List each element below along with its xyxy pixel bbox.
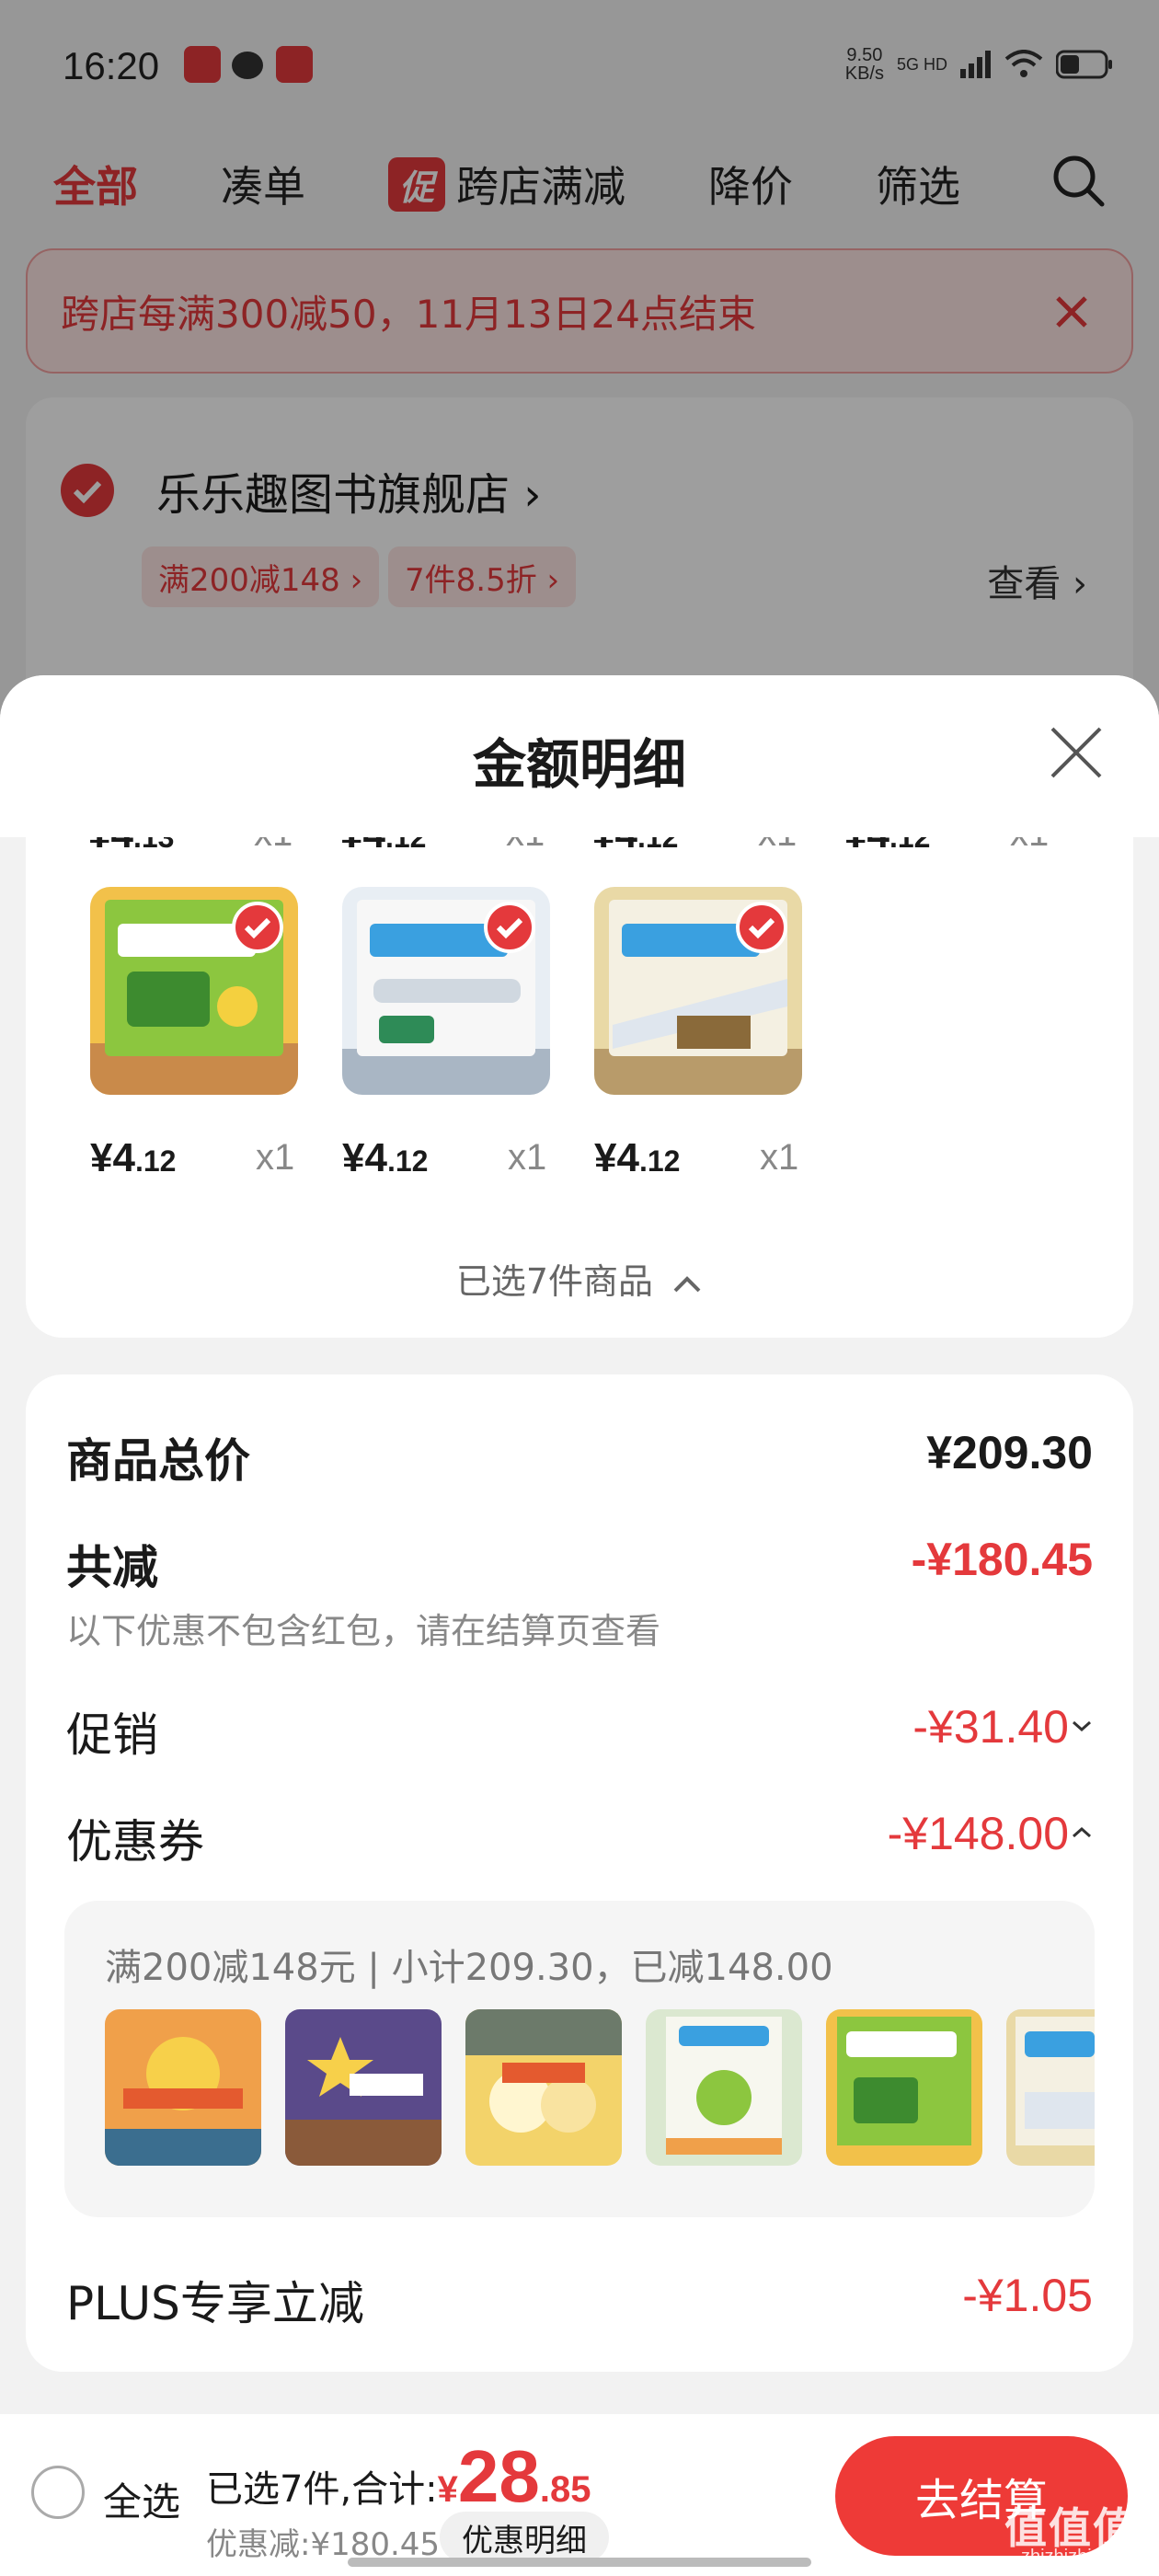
selected-check-icon	[736, 902, 787, 953]
chevron-up-icon	[673, 1275, 701, 1292]
plus-discount-label: PLUS专享立减	[66, 2277, 364, 2330]
product-price: ¥4.12	[594, 1135, 681, 1180]
coupon-detail-box: 满200减148元 | 小计209.30，已减148.00	[64, 1901, 1095, 2217]
bottom-bar: 全选 已选7件,合计: ¥ 28 .85 优惠减:¥180.45 优惠明细 去结…	[0, 2414, 1159, 2576]
sheet-title: 金额明细	[472, 733, 686, 796]
product-price: ¥4.12	[340, 837, 427, 857]
product-thumbnail[interactable]	[342, 887, 550, 1095]
product-qty: x1	[254, 837, 293, 855]
product-qty: x1	[758, 837, 797, 855]
home-indicator[interactable]	[348, 2558, 811, 2567]
product-qty: x1	[256, 1137, 295, 1178]
total-currency: ¥	[437, 2469, 458, 2510]
plus-discount-value: -¥1.05	[962, 2270, 1093, 2321]
coupon-product-thumbnail[interactable]	[1006, 2009, 1095, 2166]
coupon-product-thumbnail[interactable]	[646, 2009, 802, 2166]
book-cover-image	[465, 2009, 622, 2133]
selected-check-icon	[232, 902, 283, 953]
amount-detail-sheet: 金额明细 ¥4.13 x1 ¥4.12 x1 ¥4.12 x1 ¥4.12 x1	[0, 675, 1159, 2576]
select-all-label[interactable]: 全选	[103, 2471, 180, 2527]
total-reduce-value: -¥180.45	[911, 1534, 1093, 1585]
product-qty: x1	[760, 1137, 799, 1178]
selected-count-label: 已选7件商品	[455, 1261, 654, 1302]
coupon-detail-text: 满200减148元 | 小计209.30，已减148.00	[105, 1947, 833, 1989]
total-price-label: 商品总价	[66, 1434, 250, 1488]
coupon-label: 优惠券	[66, 1815, 204, 1869]
coupon-product-thumbnail[interactable]	[105, 2009, 261, 2166]
book-cover-image	[666, 2017, 782, 2155]
coupon-product-thumbnail[interactable]	[285, 2009, 442, 2166]
product-price: ¥4.12	[90, 1135, 177, 1180]
select-all-radio[interactable]	[31, 2466, 85, 2519]
total-line: 已选7件,合计: ¥ 28 .85	[206, 2440, 591, 2513]
sheet-header: 金额明细	[0, 675, 1159, 837]
total-decimal: .85	[539, 2469, 591, 2510]
product-price: ¥4.13	[88, 837, 175, 857]
discount-detail-button[interactable]: 优惠明细	[440, 2512, 609, 2563]
product-qty: x1	[1010, 837, 1049, 855]
summary-card: 商品总价 ¥209.30 共减 -¥180.45 以下优惠不包含红包，请在结算页…	[26, 1374, 1133, 2372]
watermark-url: zhizhizhi.com	[1020, 2547, 1131, 2567]
product-price: ¥4.12	[592, 837, 679, 857]
book-cover-image	[837, 2017, 971, 2145]
total-price-value: ¥209.30	[926, 1427, 1093, 1478]
book-cover-image	[105, 2037, 261, 2166]
selected-count-toggle[interactable]: 已选7件商品	[26, 1253, 1133, 1304]
product-qty: x1	[508, 1137, 547, 1178]
promo-label: 促销	[66, 1708, 158, 1762]
reduce-note: 以下优惠不包含红包，请在结算页查看	[66, 1611, 661, 1651]
total-reduce-label: 共减	[66, 1541, 158, 1594]
chevron-up-icon[interactable]	[1071, 1825, 1093, 1840]
chevron-down-icon[interactable]	[1071, 1719, 1093, 1733]
product-thumbnail[interactable]	[90, 887, 298, 1095]
selected-total-prefix: 已选7件,合计:	[206, 2468, 438, 2511]
book-cover-image	[1016, 2017, 1095, 2145]
product-price: ¥4.12	[342, 1135, 429, 1180]
book-cover-image	[285, 2037, 442, 2166]
product-row-partial: ¥4.13 x1 ¥4.12 x1 ¥4.12 x1 ¥4.12 x1	[26, 837, 1133, 867]
products-card: ¥4.13 x1 ¥4.12 x1 ¥4.12 x1 ¥4.12 x1	[26, 837, 1133, 1338]
total-integer: 28	[457, 2435, 540, 2517]
coupon-product-thumbnail[interactable]	[826, 2009, 982, 2166]
product-price: ¥4.12	[844, 837, 931, 857]
product-thumbnail[interactable]	[594, 887, 802, 1095]
close-icon[interactable]	[1047, 723, 1106, 782]
product-qty: x1	[506, 837, 545, 855]
coupon-value[interactable]: -¥148.00	[888, 1807, 1069, 1860]
selected-check-icon	[484, 902, 535, 953]
promo-value[interactable]: -¥31.40	[912, 1700, 1069, 1754]
coupon-product-thumbnail[interactable]	[465, 2009, 622, 2166]
